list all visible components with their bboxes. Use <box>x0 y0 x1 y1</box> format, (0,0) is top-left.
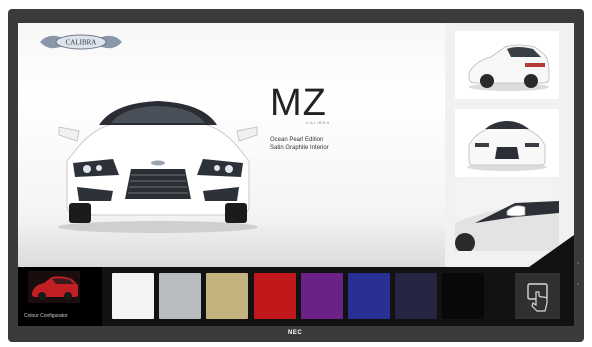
swatch-black[interactable] <box>442 273 485 319</box>
thumbnail-sidebar <box>445 23 574 267</box>
edition-line-paint: Ocean Pearl Edition <box>270 137 324 143</box>
red-car-thumbnail <box>28 271 80 303</box>
bezel-brand-label: NEC <box>288 330 303 336</box>
swatch-pearl-white[interactable] <box>112 273 154 319</box>
swatch-midnight-blue[interactable] <box>395 273 438 319</box>
model-subtitle: CALIBRA <box>306 120 331 125</box>
colour-configurator-button[interactable]: Colour Configurator <box>18 267 102 326</box>
swatch-blue[interactable] <box>348 273 390 319</box>
swatch-silver[interactable] <box>159 273 202 319</box>
swatch-champagne-gold[interactable] <box>206 273 249 319</box>
corner-accent <box>529 235 574 267</box>
touch-hand-icon[interactable] <box>515 273 560 319</box>
brand-logo[interactable]: CALIBRA <box>38 31 124 53</box>
logo-text: CALIBRA <box>66 39 97 47</box>
thumbnail-front-view[interactable] <box>455 109 559 177</box>
thumbnail-rear-view[interactable] <box>455 31 559 99</box>
hero-car-image <box>53 83 263 233</box>
kiosk-screen: CALIBRA MZ CALIBRA Ocean Pearl Edition S… <box>18 23 574 326</box>
swatch-red[interactable] <box>253 273 296 319</box>
hero-panel: CALIBRA MZ CALIBRA Ocean Pearl Edition S… <box>18 23 445 267</box>
colour-configurator-label: Colour Configurator <box>24 313 68 319</box>
edition-text: Ocean Pearl Edition Satin Graphite Inter… <box>270 136 329 152</box>
edition-line-interior: Satin Graphite Interior <box>270 145 329 151</box>
model-title: MZ <box>270 82 327 124</box>
power-led <box>577 262 579 264</box>
color-tray: Colour Configurator <box>18 267 574 326</box>
sensor-led <box>577 283 579 285</box>
swatch-purple[interactable] <box>300 273 343 319</box>
